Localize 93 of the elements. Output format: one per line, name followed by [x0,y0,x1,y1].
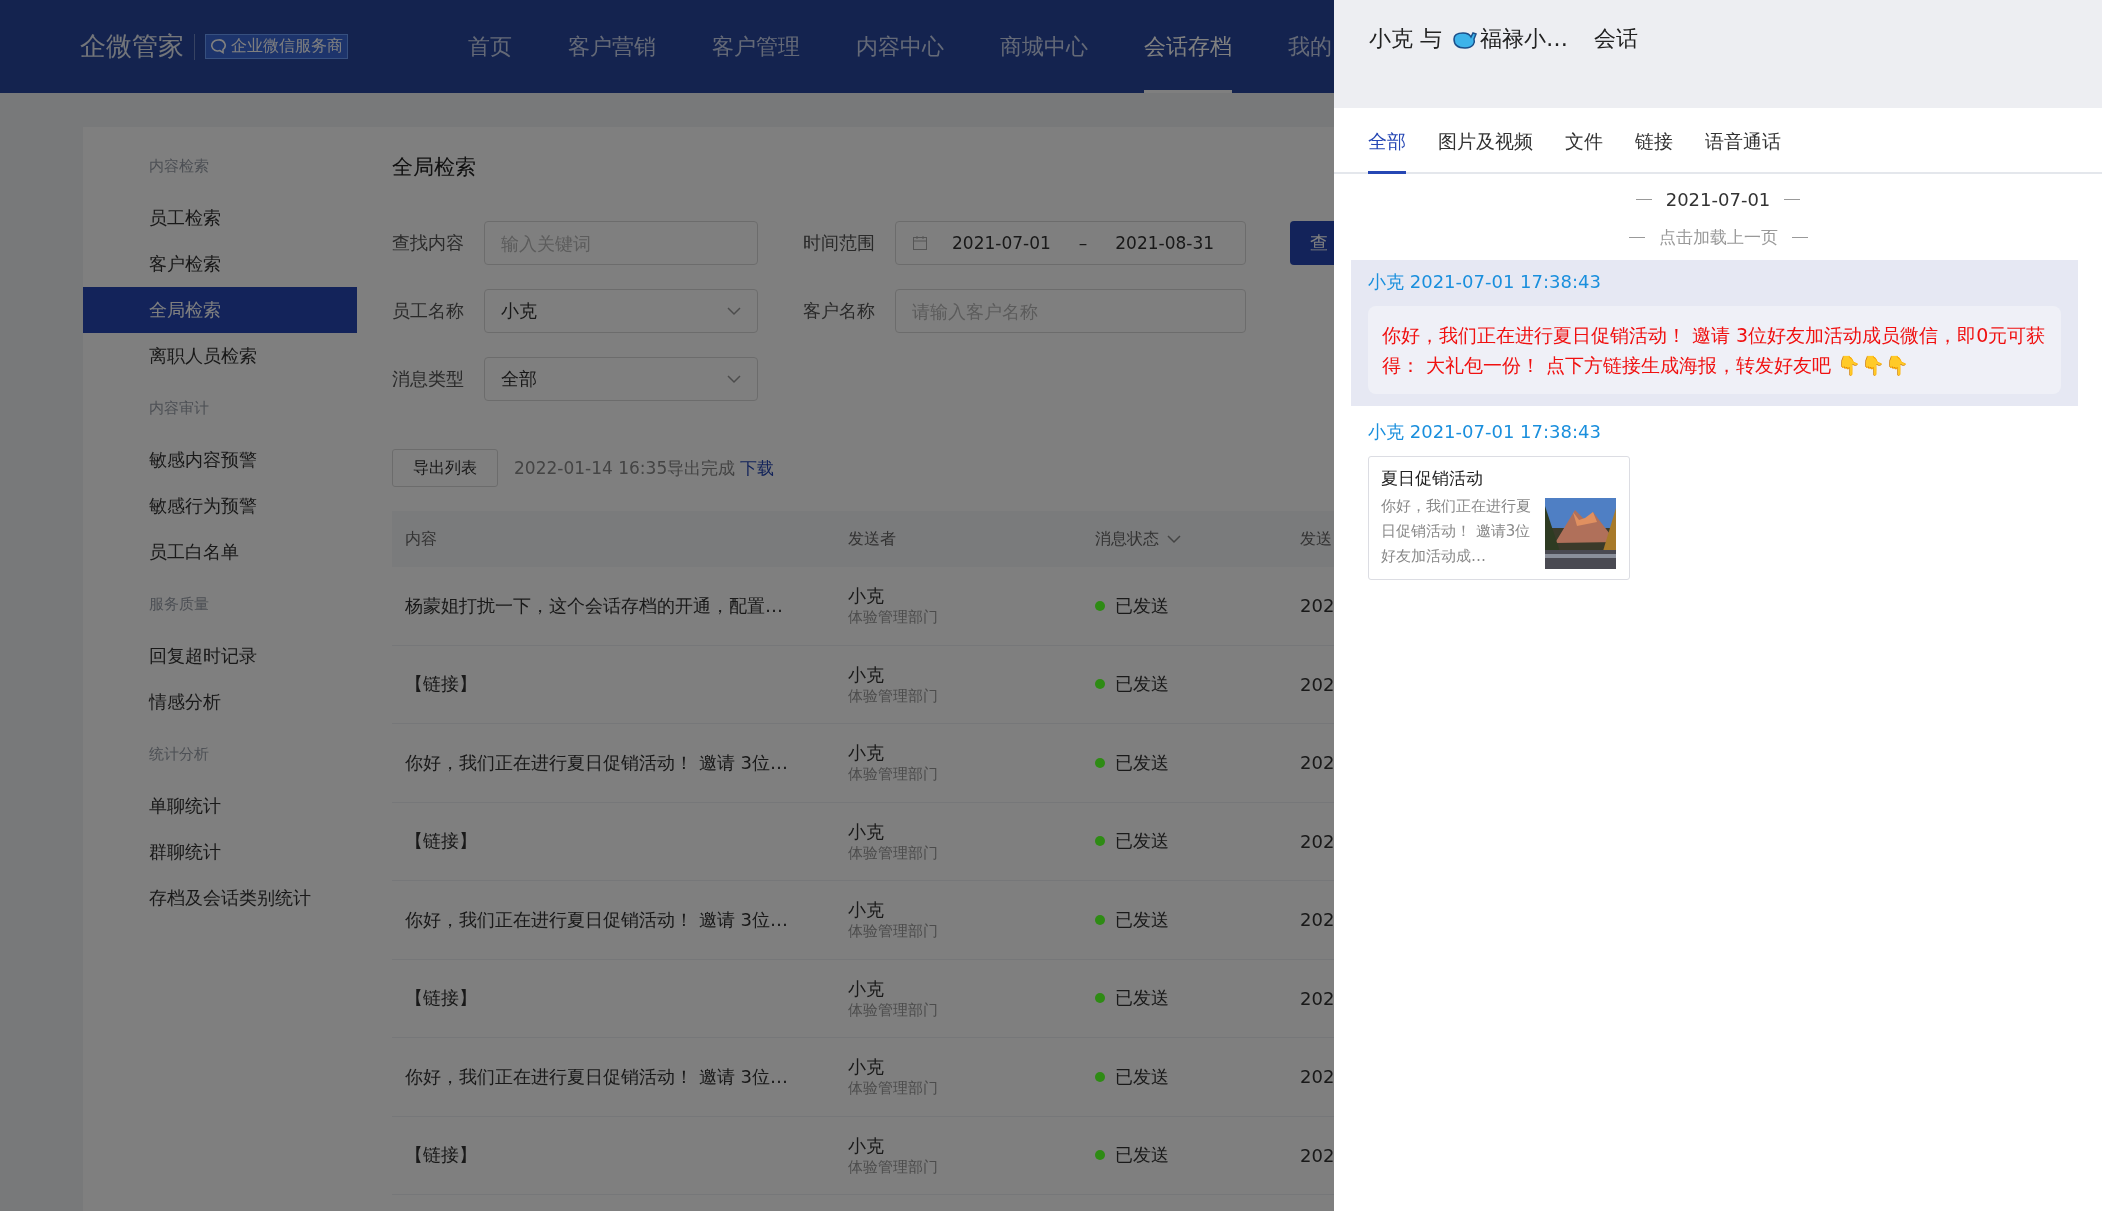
date-cell: 202 [1300,987,1334,1009]
filter-tab[interactable]: 图片及视频 [1438,129,1533,174]
status-text: 已发送 [1115,593,1169,618]
load-more-link[interactable]: 点击加载上一页 [1658,225,1778,249]
sidebar-item[interactable]: 群聊统计 [83,829,357,875]
sender-name: 小克 [848,898,885,923]
partner-badge: 企业微信服务商 [205,34,348,59]
date-divider: 2021-07-01 [1665,188,1771,210]
sender-name: 小克 [848,1055,885,1080]
sender-name: 小克 [848,976,885,1001]
status-text: 已发送 [1115,829,1169,854]
message-cell-text: 你好，我们正在进行夏日促销活动！ 邀请 3位… [405,907,789,932]
drawer-title-suffix: 会话 [1594,25,1638,53]
selected-message[interactable]: 小克 2021-07-01 17:38:43 你好，我们正在进行夏日促销活动！ 邀请 3位好友加活动成员微信，即0元可获得： 大礼包一份！ 点下方链接生成海报，转发好友吧 👇👇👇 [1351,260,2078,406]
link-card[interactable]: 夏日促销活动 你好，我们正在进行夏日促销活动！ 邀请3位好友加活动成… [1368,456,1630,580]
sidebar-item[interactable]: 敏感内容预警 [83,437,357,483]
employee-select[interactable]: 小克 [484,289,758,333]
page-title: 全局检索 [392,154,476,181]
column-header: 内容 [405,528,438,550]
export-button[interactable]: 导出列表 [392,449,498,487]
nav-tab[interactable]: 客户管理 [712,0,800,93]
message-cell-text: 杨蒙姐打扰一下，这个会话存档的开通，配置… [405,593,784,618]
sidebar-item[interactable]: 全局检索 [83,287,357,333]
status-text: 已发送 [1115,907,1169,932]
status-text: 已发送 [1115,672,1169,697]
filter-tab[interactable]: 文件 [1565,129,1603,174]
date-cell: 202 [1300,1066,1334,1088]
link-title: 夏日促销活动 [1381,467,1484,490]
message-text: 你好，我们正在进行夏日促销活动！ 邀请 3位好友加活动成员微信，即0元可获得： 大礼包一份！ 点下方链接生成海报，转发好友吧 👇👇👇 [1368,306,2061,394]
sidebar-item[interactable]: 回复超时记录 [83,633,357,679]
brand-name: 企微管家 [80,30,184,63]
contact-name: 福禄小… [1480,25,1568,53]
chevron-down-icon [727,374,741,384]
drawer-title: 小克 与 [1369,25,1442,53]
message-cell-text: 【链接】 [405,829,478,854]
message-cell-text: 你好，我们正在进行夏日促销活动！ 邀请 3位… [405,1064,789,1089]
calendar-icon [912,235,928,251]
message-cell-text: 你好，我们正在进行夏日促销活动！ 邀请 3位… [405,750,789,775]
sender-name: 小克 [848,584,885,609]
message-cell-text: 【链接】 [405,986,478,1011]
message-author: 小克 2021-07-01 17:38:43 [1368,420,1602,444]
status-text: 已发送 [1115,986,1169,1011]
sidebar-item[interactable]: 敏感行为预警 [83,483,357,529]
field-label: 查找内容 [392,231,465,255]
message-author: 小克 2021-07-01 17:38:43 [1368,270,1602,294]
download-link[interactable]: 下载 [740,457,775,478]
sender-name: 小克 [848,741,885,766]
export-status: 2022-01-14 16:35导出完成 [514,457,736,478]
link-description: 你好，我们正在进行夏日促销活动！ 邀请3位好友加活动成… [1381,496,1531,567]
message-type-select[interactable]: 全部 [484,357,758,401]
modal-overlay[interactable] [0,0,1334,1211]
field-label: 员工名称 [392,299,465,323]
date-cell: 202 [1300,752,1334,774]
status-text: 已发送 [1115,1143,1169,1168]
field-label: 客户名称 [803,299,876,323]
sidebar-item[interactable]: 单聊统计 [83,783,357,829]
sidebar-item[interactable]: 员工白名单 [83,529,357,575]
nav-tab[interactable]: 我的 [1288,0,1332,93]
date-cell: 202 [1300,673,1334,695]
sidebar-item[interactable]: 存档及会话类别统计 [83,875,357,921]
message[interactable]: 小克 2021-07-01 17:38:43 夏日促销活动 你好，我们正在进行夏日促销活动！ 邀请3位好友加活动成… [1351,410,2078,592]
nav-tab[interactable]: 内容中心 [856,0,944,93]
chevron-down-icon [727,306,741,316]
sender-name: 小克 [848,662,885,687]
nav-tab[interactable]: 客户营销 [568,0,656,93]
status-text: 已发送 [1115,1064,1169,1089]
date-cell: 202 [1300,1144,1334,1166]
filter-tab[interactable]: 链接 [1635,129,1673,174]
message-cell-text: 【链接】 [405,1143,478,1168]
nav-tab[interactable]: 会话存档 [1144,0,1232,93]
chat-bubble-icon [210,38,228,55]
sidebar-item[interactable]: 客户检索 [83,241,357,287]
message-cell-text: 【链接】 [405,672,478,697]
filter-tab[interactable]: 语音通话 [1705,129,1781,174]
column-header[interactable]: 消息状态 [1095,528,1300,550]
nav-tab[interactable]: 商城中心 [1000,0,1088,93]
filter-tab[interactable]: 全部 [1368,129,1406,174]
sidebar-item[interactable]: 离职人员检索 [83,333,357,379]
date-cell: 202 [1300,909,1334,931]
field-label: 消息类型 [392,367,465,391]
sender-name: 小克 [848,819,885,844]
status-text: 已发送 [1115,750,1169,775]
chevron-down-icon [1167,534,1181,544]
nav-tab[interactable]: 首页 [468,0,512,93]
date-cell: 202 [1300,830,1334,852]
sidebar-item[interactable]: 情感分析 [83,679,357,725]
date-cell: 202 [1300,595,1334,617]
field-label: 时间范围 [803,231,876,255]
date-range-field[interactable]: 2021-07-01 – 2021-08-31 [895,221,1246,265]
column-header: 发送 [1300,528,1333,550]
sender-name: 小克 [848,1133,885,1158]
column-header: 发送者 [848,528,897,550]
sidebar-item[interactable]: 员工检索 [83,195,357,241]
